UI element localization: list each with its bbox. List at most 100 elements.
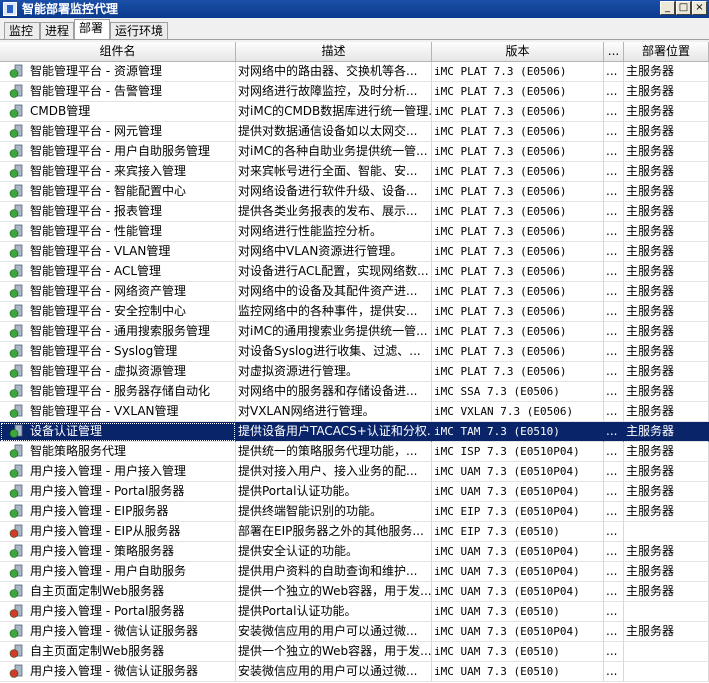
- table-row[interactable]: 智能管理平台 - 用户自助服务管理 对iMC的各种自助业务提供统一管... iMC …: [0, 142, 709, 162]
- cell-version: iMC PLAT 7.3 (E0506): [432, 262, 604, 282]
- table-row[interactable]: 智能管理平台 - 虚拟资源管理 对虚拟资源进行管理。 iMC PLAT 7.3 (E…: [0, 362, 709, 382]
- cell-extra: ...: [604, 242, 624, 262]
- table-row[interactable]: 智能管理平台 - 来宾接入管理 对来宾帐号进行全面、智能、安... iMC PLAT…: [0, 162, 709, 182]
- cell-description: 安装微信应用的用户可以通过微...: [236, 622, 432, 642]
- cell-extra: ...: [604, 282, 624, 302]
- cell-description: 提供用户资料的自助查询和维护...: [236, 562, 432, 582]
- maximize-button[interactable]: □: [676, 1, 691, 15]
- table-row[interactable]: 智能管理平台 - 性能管理 对网络进行性能监控分析。 iMC PLAT 7.3 (E…: [0, 222, 709, 242]
- cell-description: 对网络进行故障监控，及时分析...: [236, 82, 432, 102]
- tab-monitor[interactable]: 监控: [4, 22, 40, 39]
- cell-version: iMC UAM 7.3 (E0510P04): [432, 542, 604, 562]
- cell-description: 提供Portal认证功能。: [236, 602, 432, 622]
- cell-component-name: 智能管理平台 - 性能管理: [0, 222, 236, 242]
- cell-extra: ...: [604, 362, 624, 382]
- table-row[interactable]: 智能管理平台 - 安全控制中心 监控网络中的各种事件，提供安... iMC PLAT…: [0, 302, 709, 322]
- table-row[interactable]: 智能管理平台 - Syslog管理 对设备Syslog进行收集、过滤、... iMC…: [0, 342, 709, 362]
- component-table: 组件名 描述 版本 ... 部署位置 智能管理平台 - 资源管理 对网络中的路由器…: [0, 42, 709, 683]
- tab-runtime-env[interactable]: 运行环境: [110, 22, 168, 39]
- table-row[interactable]: 智能管理平台 - 服务器存储自动化 对网络中的服务器和存储设备进... iMC SS…: [0, 382, 709, 402]
- cell-component-name: 智能管理平台 - 智能配置中心: [0, 182, 236, 202]
- cell-version: iMC PLAT 7.3 (E0506): [432, 282, 604, 302]
- cell-version: iMC TAM 7.3 (E0510): [432, 422, 604, 442]
- table-row[interactable]: 智能管理平台 - ACL管理 对设备进行ACL配置，实现网络数... iMC PLA…: [0, 262, 709, 282]
- cell-description: 对来宾帐号进行全面、智能、安...: [236, 162, 432, 182]
- table-row[interactable]: 智能管理平台 - VXLAN管理 对VXLAN网络进行管理。 iMC VXLAN 7…: [0, 402, 709, 422]
- table-row[interactable]: 智能管理平台 - 通用搜索服务管理 对iMC的通用搜索业务提供统一管... iMC …: [0, 322, 709, 342]
- cell-description: 提供终端智能识别的功能。: [236, 502, 432, 522]
- cell-component-name: 自主页面定制Web服务器: [0, 582, 236, 602]
- column-header-name[interactable]: 组件名: [0, 42, 236, 62]
- table-row[interactable]: 智能管理平台 - VLAN管理 对网络中VLAN资源进行管理。 iMC PLAT 7…: [0, 242, 709, 262]
- table-row[interactable]: 智能策略服务代理 提供统一的策略服务代理功能，... iMC ISP 7.3 (E0…: [0, 442, 709, 462]
- cell-version: iMC PLAT 7.3 (E0506): [432, 62, 604, 82]
- cell-extra: ...: [604, 182, 624, 202]
- table-row[interactable]: 用户接入管理 - 用户接入管理 提供对接入用户、接入业务的配... iMC UAM …: [0, 462, 709, 482]
- cell-version: iMC UAM 7.3 (E0510): [432, 642, 604, 662]
- table-row[interactable]: 智能管理平台 - 网络资产管理 对网络中的设备及其配件资产进... iMC PLAT…: [0, 282, 709, 302]
- cell-extra: ...: [604, 422, 624, 442]
- table-row[interactable]: 用户接入管理 - Portal服务器 提供Portal认证功能。 iMC UAM 7…: [0, 482, 709, 502]
- cell-location: 主服务器: [624, 582, 709, 602]
- component-running-icon: [9, 464, 23, 478]
- component-running-icon: [9, 224, 23, 238]
- table-row[interactable]: 自主页面定制Web服务器 提供一个独立的Web容器，用于发... iMC UAM 7…: [0, 582, 709, 602]
- title-bar[interactable]: 智能部署监控代理 _ □ ×: [0, 0, 709, 18]
- component-running-icon: [9, 364, 23, 378]
- cell-description: 提供统一的策略服务代理功能，...: [236, 442, 432, 462]
- cell-component-name: 智能管理平台 - 来宾接入管理: [0, 162, 236, 182]
- cell-extra: ...: [604, 602, 624, 622]
- column-header-location[interactable]: 部署位置: [624, 42, 709, 62]
- cell-location: 主服务器: [624, 482, 709, 502]
- column-header-description[interactable]: 描述: [236, 42, 432, 62]
- cell-location: 主服务器: [624, 402, 709, 422]
- component-running-icon: [9, 284, 23, 298]
- table-row[interactable]: 智能管理平台 - 告警管理 对网络进行故障监控，及时分析... iMC PLAT 7…: [0, 82, 709, 102]
- cell-extra: ...: [604, 542, 624, 562]
- table-row[interactable]: 用户接入管理 - 微信认证服务器 安装微信应用的用户可以通过微... iMC UAM…: [0, 662, 709, 682]
- table-row[interactable]: 用户接入管理 - 用户自助服务 提供用户资料的自助查询和维护... iMC UAM …: [0, 562, 709, 582]
- tab-bar: 监控 进程 部署 运行环境: [0, 18, 709, 40]
- cell-component-name: 智能管理平台 - VXLAN管理: [0, 402, 236, 422]
- table-row[interactable]: 智能管理平台 - 报表管理 提供各类业务报表的发布、展示... iMC PLAT 7…: [0, 202, 709, 222]
- cell-location: 主服务器: [624, 122, 709, 142]
- cell-description: 提供对接入用户、接入业务的配...: [236, 462, 432, 482]
- cell-extra: ...: [604, 202, 624, 222]
- table-row[interactable]: 用户接入管理 - EIP从服务器 部署在EIP服务器之外的其他服务... iMC E…: [0, 522, 709, 542]
- table-row[interactable]: 设备认证管理 提供设备用户TACACS+认证和分权... iMC TAM 7.3 (…: [0, 422, 709, 442]
- table-row[interactable]: 自主页面定制Web服务器 提供一个独立的Web容器，用于发... iMC UAM 7…: [0, 642, 709, 662]
- cell-component-name: 用户接入管理 - Portal服务器: [0, 602, 236, 622]
- table-row[interactable]: CMDB管理 对iMC的CMDB数据库进行统一管理... iMC PLAT 7.3 …: [0, 102, 709, 122]
- table-header: 组件名 描述 版本 ... 部署位置: [0, 42, 709, 62]
- cell-location: 主服务器: [624, 442, 709, 462]
- cell-description: 部署在EIP服务器之外的其他服务...: [236, 522, 432, 542]
- minimize-button[interactable]: _: [660, 1, 675, 15]
- cell-description: 提供设备用户TACACS+认证和分权...: [236, 422, 432, 442]
- table-row[interactable]: 用户接入管理 - Portal服务器 提供Portal认证功能。 iMC UAM 7…: [0, 602, 709, 622]
- cell-location: 主服务器: [624, 302, 709, 322]
- cell-version: iMC PLAT 7.3 (E0506): [432, 242, 604, 262]
- cell-extra: ...: [604, 502, 624, 522]
- component-running-icon: [9, 584, 23, 598]
- cell-component-name: 智能管理平台 - Syslog管理: [0, 342, 236, 362]
- column-header-version[interactable]: 版本: [432, 42, 604, 62]
- column-header-extra[interactable]: ...: [604, 42, 624, 62]
- table-row[interactable]: 智能管理平台 - 资源管理 对网络中的路由器、交换机等各... iMC PLAT 7…: [0, 62, 709, 82]
- cell-description: 对iMC的通用搜索业务提供统一管...: [236, 322, 432, 342]
- component-running-icon: [9, 624, 23, 638]
- table-row[interactable]: 用户接入管理 - EIP服务器 提供终端智能识别的功能。 iMC EIP 7.3 (…: [0, 502, 709, 522]
- table-row[interactable]: 用户接入管理 - 微信认证服务器 安装微信应用的用户可以通过微... iMC UAM…: [0, 622, 709, 642]
- cell-location: [624, 642, 709, 662]
- tab-label: 部署: [79, 21, 104, 35]
- table-row[interactable]: 用户接入管理 - 策略服务器 提供安全认证的功能。 iMC UAM 7.3 (E05…: [0, 542, 709, 562]
- component-running-icon: [9, 64, 23, 78]
- cell-component-name: 智能管理平台 - 网络资产管理: [0, 282, 236, 302]
- close-button[interactable]: ×: [692, 1, 707, 15]
- cell-extra: ...: [604, 662, 624, 682]
- tab-deploy[interactable]: 部署: [74, 19, 110, 40]
- cell-component-name: 智能管理平台 - 服务器存储自动化: [0, 382, 236, 402]
- table-row[interactable]: 智能管理平台 - 智能配置中心 对网络设备进行软件升级、设备... iMC PLAT…: [0, 182, 709, 202]
- tab-process[interactable]: 进程: [40, 22, 74, 39]
- table-row[interactable]: 智能管理平台 - 网元管理 提供对数据通信设备如以太网交... iMC PLAT 7…: [0, 122, 709, 142]
- cell-location: 主服务器: [624, 622, 709, 642]
